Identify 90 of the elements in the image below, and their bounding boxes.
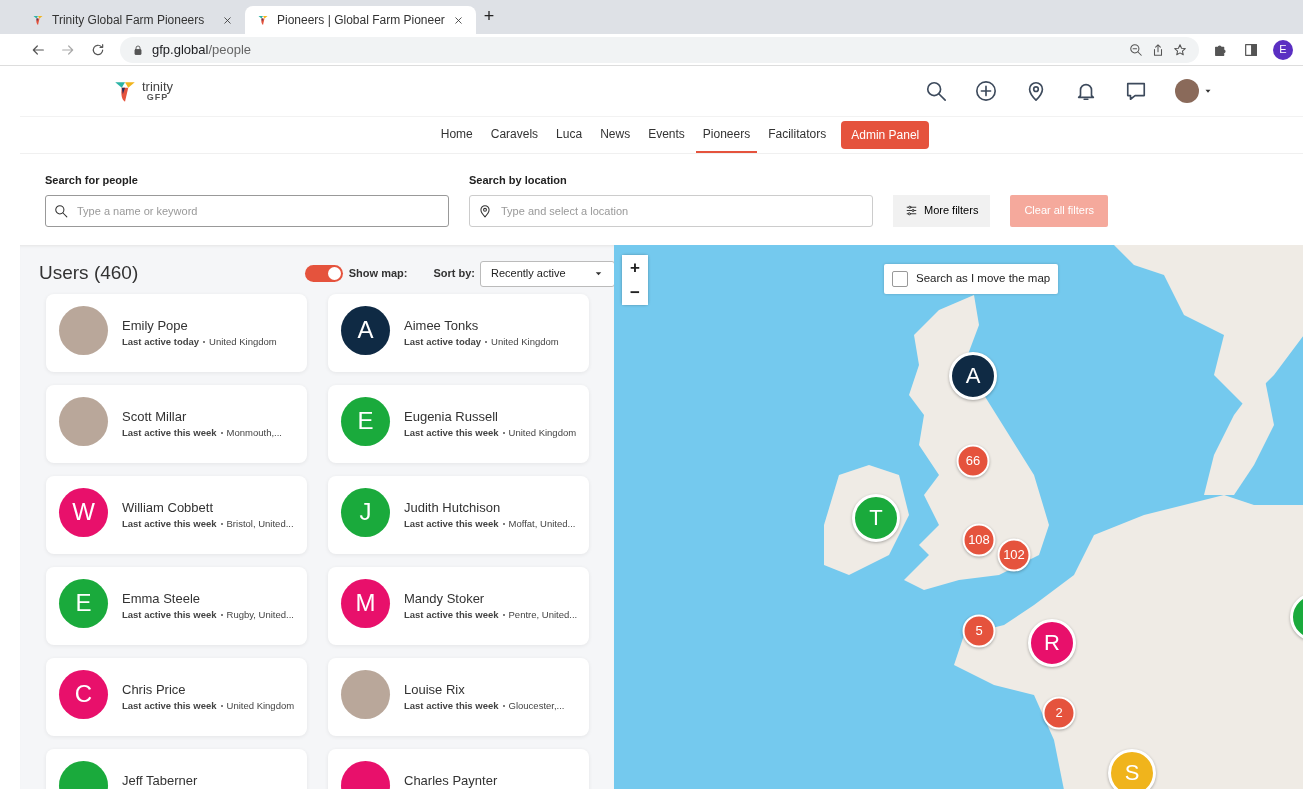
search-as-move-checkbox[interactable]: Search as I move the map [884, 263, 1059, 294]
zoom-in-button[interactable]: + [622, 254, 648, 280]
user-card[interactable]: C Chris Price Last active this week United Kingdom [46, 657, 307, 736]
lock-icon [132, 43, 144, 56]
sliders-icon [905, 204, 918, 217]
sort-dropdown[interactable]: Recently active [480, 260, 614, 287]
logo-subtext[interactable]: GFP [142, 93, 174, 102]
user-name: Emma Steele [122, 589, 202, 608]
avatar: A [341, 305, 390, 355]
nav-link[interactable]: Home [433, 117, 480, 153]
sort-label: Sort by: [433, 266, 475, 282]
user-name: Charles Paynter [404, 771, 498, 789]
avatar: C [59, 669, 108, 719]
location-field[interactable]: Type and select a location [469, 194, 873, 227]
user-status: Last active this week Moffat, United... [404, 517, 576, 531]
user-status: Last active this week Monmouth,... [122, 426, 282, 440]
user-card[interactable]: Jeff Taberner [46, 748, 307, 789]
browser-tab[interactable]: Pioneers | Global Farm Pioneer [245, 6, 476, 34]
photo-placeholder [59, 305, 108, 355]
avatar: E [59, 578, 108, 628]
user-card[interactable]: E Eugenia Russell Last active this week United Kingdom [328, 384, 589, 463]
logo-icon [257, 14, 269, 26]
zoom-out-icon[interactable] [1129, 42, 1143, 57]
user-name: Louise Rix [404, 680, 466, 699]
field-label: Search for people [45, 173, 139, 188]
browser-tab[interactable]: Trinity Global Farm Pioneers [20, 6, 245, 34]
avatar: M [341, 578, 390, 628]
search-icon[interactable] [925, 80, 947, 102]
share-icon[interactable] [1151, 42, 1165, 57]
user-status: Last active this week United Kingdom [404, 426, 577, 440]
user-card[interactable]: Louise Rix Last active this week Gloucester,... [328, 657, 589, 736]
avatar: E [341, 396, 390, 446]
reload-icon[interactable] [90, 41, 106, 58]
user-card[interactable]: Emily Pope Last active today United Kingdom [46, 293, 307, 372]
toggle-switch[interactable] [304, 265, 343, 282]
user-card[interactable]: W William Cobbett Last active this week Bristol, United... [46, 475, 307, 554]
logo-text[interactable]: trinity [142, 80, 174, 93]
add-icon[interactable] [975, 80, 997, 102]
user-status: Last active this week Bristol, United... [122, 517, 294, 531]
zoom-out-button[interactable]: − [622, 279, 648, 305]
search-field[interactable]: Type a name or keyword [45, 194, 449, 227]
user-name: Eugenia Russell [404, 407, 499, 426]
nav-link[interactable]: Events [641, 117, 692, 153]
address-bar[interactable]: gfp.global/people [120, 36, 1199, 63]
user-name: Emily Pope [122, 316, 189, 335]
user-status: Last active this week Pentre, United... [404, 608, 578, 622]
profile-button[interactable]: E [1273, 39, 1293, 60]
field-label: Search by location [469, 173, 568, 188]
user-name: Mandy Stoker [404, 589, 486, 608]
new-tab-button[interactable]: + [483, 3, 495, 30]
user-name: Scott Millar [122, 407, 188, 426]
user-name: Jeff Taberner [122, 771, 198, 789]
user-name: Chris Price [122, 680, 187, 699]
close-icon[interactable] [222, 14, 233, 26]
sidebar-icon[interactable] [1243, 41, 1259, 58]
nav-link[interactable]: News [593, 117, 638, 153]
search-icon [54, 203, 68, 218]
star-icon[interactable] [1173, 42, 1187, 57]
nav-link[interactable]: Facilitators [761, 117, 834, 153]
user-avatar[interactable] [1175, 79, 1199, 103]
user-card[interactable]: E Emma Steele Last active this week Rugby, United... [46, 566, 307, 645]
user-status: Last active this week Gloucester,... [404, 699, 565, 713]
nav-link[interactable]: Pioneers [695, 117, 758, 153]
toggle-label: Show map: [348, 266, 408, 282]
user-name: Judith Hutchison [404, 498, 502, 517]
admin-panel-button[interactable]: Admin Panel [841, 121, 930, 149]
user-status: Last active today United Kingdom [122, 335, 277, 349]
user-card[interactable]: J Judith Hutchison Last active this week Moffat, United... [328, 475, 589, 554]
nav-link[interactable]: Luca [549, 117, 590, 153]
more-filters-button[interactable]: More filters [893, 194, 991, 227]
user-name: Aimee Tonks [404, 316, 480, 335]
chat-icon[interactable] [1125, 80, 1147, 102]
user-card[interactable]: Charles Paynter [328, 748, 589, 789]
close-icon[interactable] [452, 14, 464, 26]
user-name: William Cobbett [122, 498, 215, 517]
users-heading: Users (460) [39, 261, 139, 286]
user-card[interactable]: Scott Millar Last active this week Monmouth,... [46, 384, 307, 463]
avatar: J [341, 487, 390, 537]
photo-placeholder [341, 669, 390, 719]
nav-link[interactable]: Caravels [483, 117, 546, 153]
user-status: Last active this week Rugby, United... [122, 608, 294, 622]
location-pin-icon [478, 203, 492, 218]
logo-icon [32, 14, 44, 26]
user-card[interactable]: A Aimee Tonks Last active today United Kingdom [328, 293, 589, 372]
user-status: Last active today United Kingdom [404, 335, 559, 349]
avatar: W [59, 487, 108, 537]
user-status: Last active this week United Kingdom [122, 699, 295, 713]
url-text: gfp.global/people [152, 40, 252, 59]
photo-placeholder [59, 396, 108, 446]
user-card[interactable]: M Mandy Stoker Last active this week Pentre, United... [328, 566, 589, 645]
